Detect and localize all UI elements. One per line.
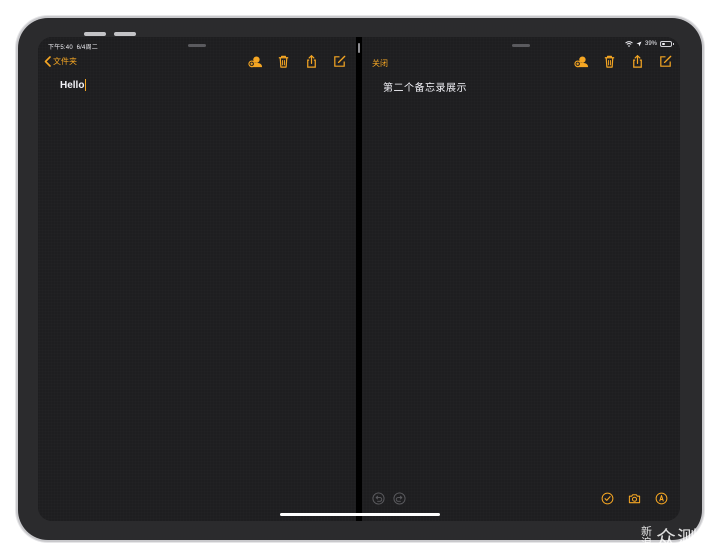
close-label: 关闭 — [372, 59, 388, 68]
multitasking-grabber[interactable] — [512, 44, 530, 47]
watermark-sina: 新 浪 — [641, 524, 652, 549]
markup-icon[interactable] — [655, 492, 668, 505]
status-date: 6/4周二 — [76, 45, 98, 51]
watermark-zhongce: 众测 — [656, 526, 698, 550]
camera-icon[interactable] — [628, 492, 641, 505]
note-bottom-toolbar — [601, 492, 668, 505]
split-view-handle[interactable] — [358, 43, 360, 53]
sina-zhongce-watermark: 新 浪 众测 — [641, 522, 698, 551]
compose-icon[interactable] — [658, 54, 673, 69]
trash-icon[interactable] — [276, 54, 291, 69]
battery-percent: 39% — [644, 41, 657, 47]
share-icon[interactable] — [304, 54, 319, 69]
share-person-icon[interactable] — [574, 54, 589, 69]
back-label: 文件夹 — [53, 57, 77, 66]
note-toolbar-left — [248, 54, 347, 69]
location-icon — [636, 41, 642, 47]
note-text: Hello — [60, 79, 85, 91]
undo-icon[interactable] — [372, 492, 385, 505]
battery-fill — [662, 43, 666, 45]
checklist-icon[interactable] — [601, 492, 614, 505]
note-toolbar-right — [574, 54, 673, 69]
status-indicators: 39% — [625, 41, 674, 47]
volume-button — [84, 32, 106, 36]
back-to-folders-button[interactable]: 文件夹 — [44, 56, 77, 67]
notes-pane-right: 39% 关闭 第二个备忘录展示 — [362, 37, 680, 521]
note-body-editor[interactable]: 第二个备忘录展示 — [383, 79, 467, 94]
undo-redo-group — [372, 492, 406, 505]
close-button[interactable]: 关闭 — [372, 58, 388, 69]
redo-icon[interactable] — [393, 492, 406, 505]
share-icon[interactable] — [630, 54, 645, 69]
volume-button — [114, 32, 136, 36]
trash-icon[interactable] — [602, 54, 617, 69]
multitasking-grabber[interactable] — [188, 44, 206, 47]
battery-icon — [660, 41, 674, 47]
text-cursor — [85, 79, 87, 91]
wifi-icon — [625, 41, 633, 47]
home-indicator[interactable] — [280, 513, 440, 516]
note-text: 第二个备忘录展示 — [383, 83, 467, 94]
share-person-icon[interactable] — [248, 54, 263, 69]
note-body-editor[interactable]: Hello — [60, 79, 87, 91]
chevron-left-icon — [44, 56, 51, 67]
notes-pane-left: 下午5:40 6/4周二 文件夹 Hello — [38, 37, 356, 521]
ipad-screen: 下午5:40 6/4周二 文件夹 Hello 39% 关闭 第二个备忘录展示 — [38, 37, 680, 521]
status-time: 下午5:40 6/4周二 — [48, 45, 98, 51]
compose-icon[interactable] — [332, 54, 347, 69]
